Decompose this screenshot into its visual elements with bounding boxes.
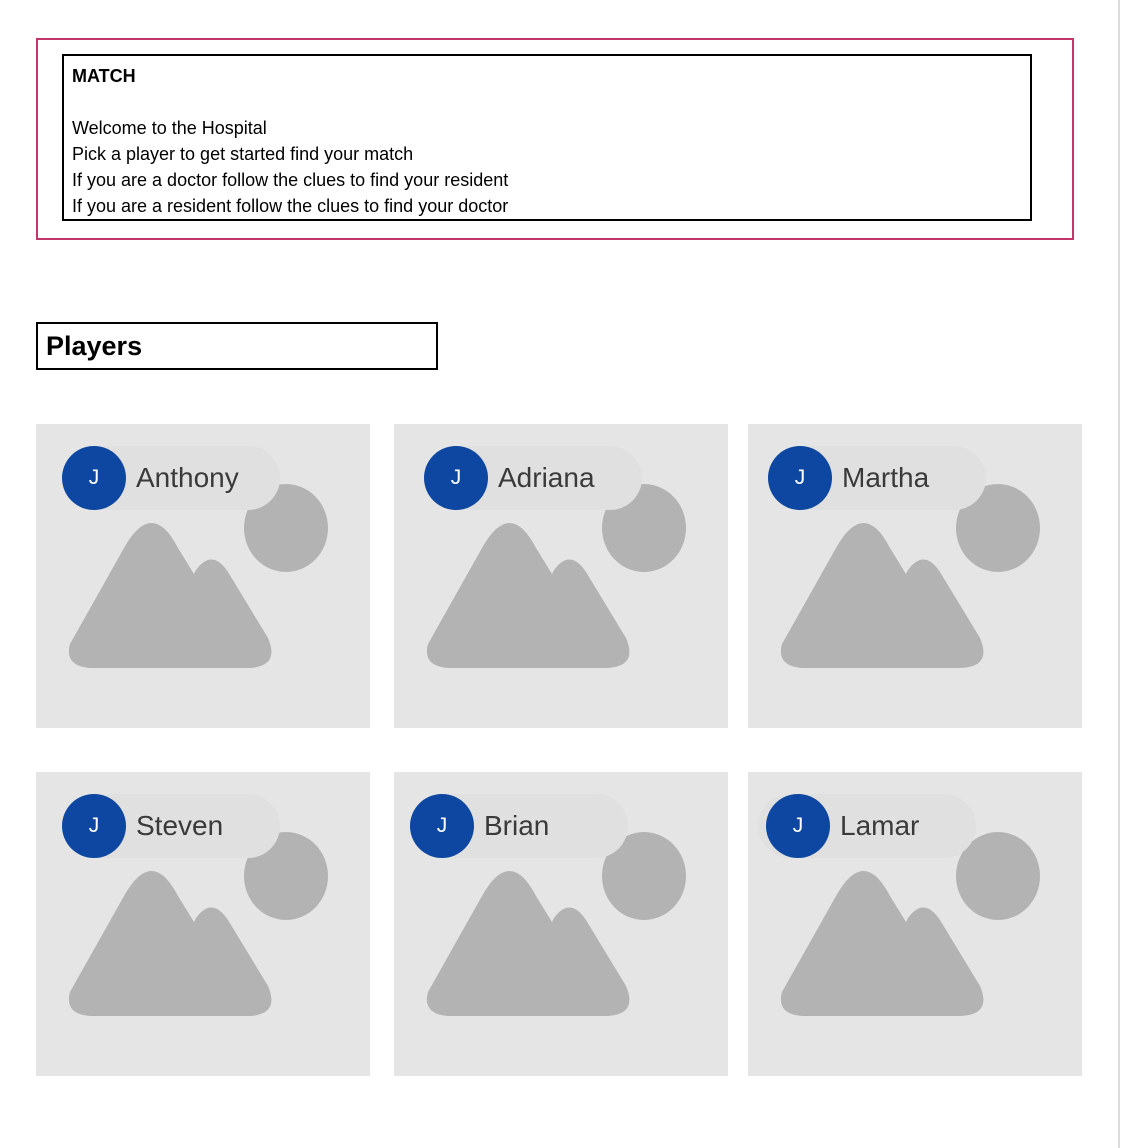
player-card-brian[interactable]: J Brian (394, 772, 728, 1076)
intro-title: MATCH (72, 66, 136, 86)
player-chip: J Brian (410, 794, 628, 858)
intro-textbox: MATCH Welcome to the Hospital Pick a pla… (62, 54, 1032, 221)
player-card-adriana[interactable]: J Adriana (394, 424, 728, 728)
intro-line-pick: Pick a player to get started find your m… (72, 144, 414, 164)
player-card-martha[interactable]: J Martha (748, 424, 1082, 728)
player-chip: J Anthony (62, 446, 280, 510)
page-right-border (1118, 0, 1120, 1148)
player-card-steven[interactable]: J Steven (36, 772, 370, 1076)
player-chip: J Adriana (424, 446, 642, 510)
intro-line-welcome: Welcome to the Hospital (72, 118, 267, 138)
player-name: Adriana (498, 462, 595, 493)
player-avatar: J (424, 446, 488, 510)
player-avatar: J (766, 794, 830, 858)
intro-line-doctor: If you are a doctor follow the clues to … (72, 170, 509, 190)
player-avatar: J (62, 794, 126, 858)
intro-line-resident: If you are a resident follow the clues t… (72, 196, 509, 216)
players-heading: Players (46, 331, 143, 361)
player-avatar: J (62, 446, 126, 510)
player-chip: J Martha (768, 446, 986, 510)
player-chip: J Lamar (758, 794, 976, 858)
player-name: Lamar (840, 810, 920, 841)
player-name: Steven (136, 810, 224, 841)
player-card-lamar[interactable]: J Lamar (748, 772, 1082, 1076)
player-name: Brian (484, 810, 550, 841)
player-avatar: J (768, 446, 832, 510)
intro-spacer (72, 89, 1030, 115)
players-heading-box: Players (36, 322, 438, 370)
player-avatar: J (410, 794, 474, 858)
player-name: Martha (842, 462, 930, 493)
player-chip: J Steven (62, 794, 280, 858)
player-name: Anthony (136, 462, 239, 493)
player-card-anthony[interactable]: J Anthony (36, 424, 370, 728)
